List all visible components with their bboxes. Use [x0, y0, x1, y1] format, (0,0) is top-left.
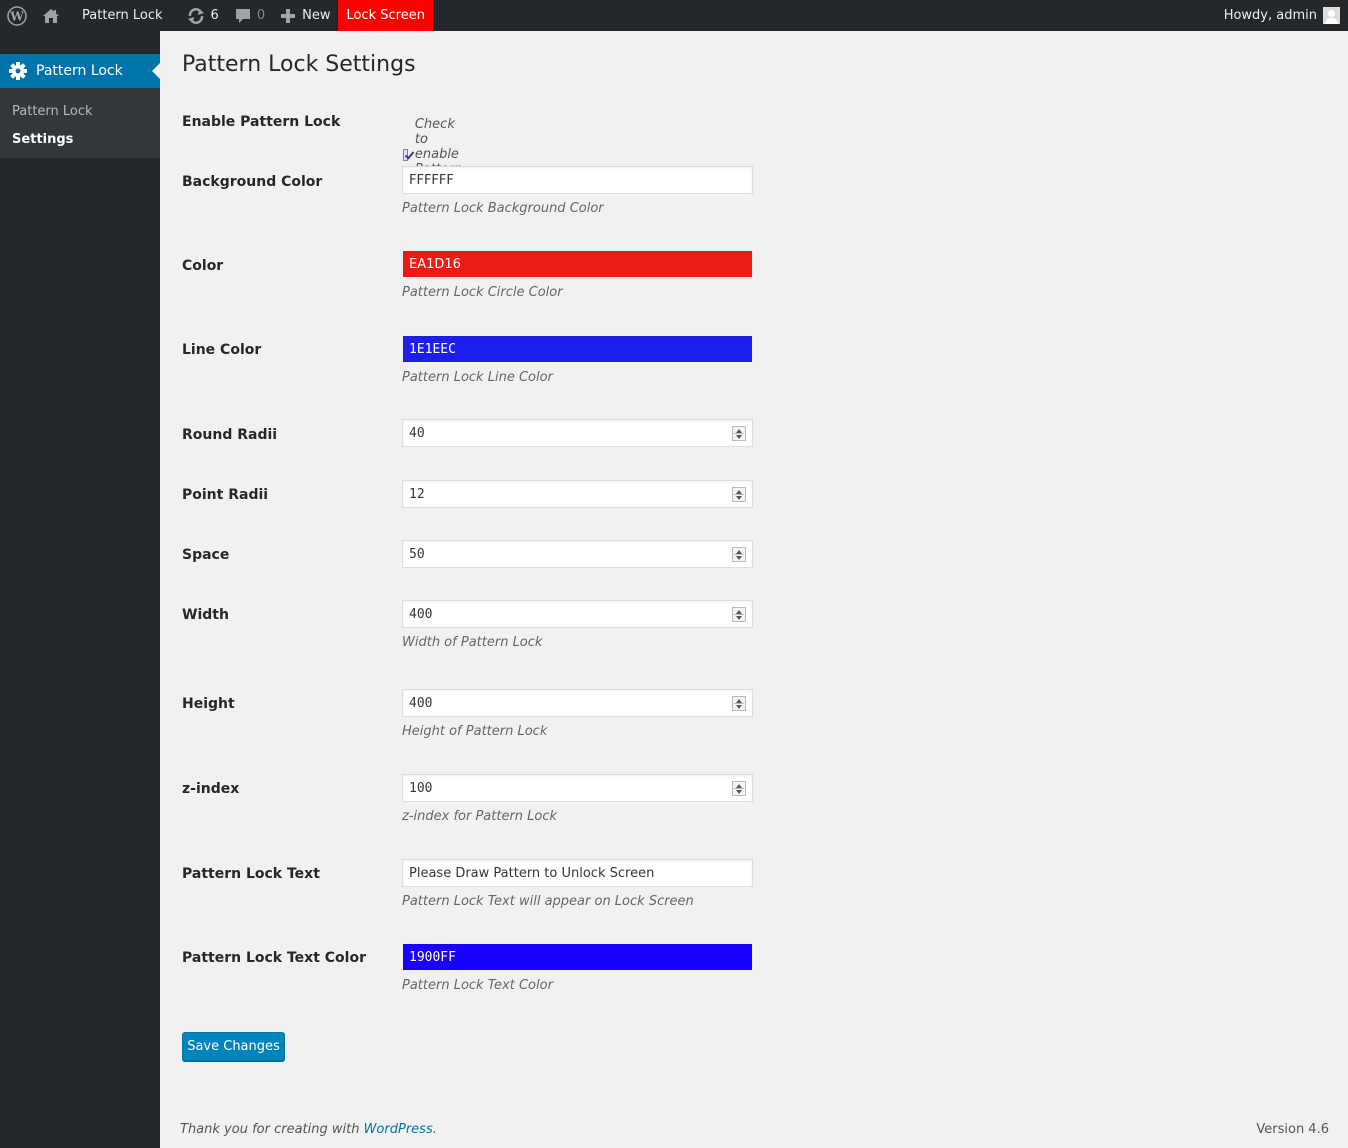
- color-description: Pattern Lock Circle Color: [402, 285, 563, 300]
- zindex-spinner[interactable]: [732, 781, 746, 796]
- height-value: 400: [409, 695, 433, 711]
- pattern-lock-text-color-input[interactable]: 1900FF: [402, 943, 753, 971]
- pattern-lock-text-description: Pattern Lock Text will appear on Lock Sc…: [402, 894, 694, 909]
- round-radii-value: 40: [409, 425, 425, 441]
- width-input[interactable]: 400: [402, 600, 753, 628]
- enable-checkbox[interactable]: [403, 148, 408, 161]
- comments-count: 0: [256, 8, 266, 23]
- sidebar-menu-label: Pattern Lock: [36, 63, 123, 79]
- round-radii-label: Round Radii: [182, 427, 278, 443]
- wordpress-logo-icon: W: [7, 5, 27, 26]
- height-input[interactable]: 400: [402, 689, 753, 717]
- point-radii-input[interactable]: 12: [402, 480, 753, 508]
- point-radii-value: 12: [409, 486, 425, 502]
- width-description: Width of Pattern Lock: [402, 635, 543, 650]
- updates-button[interactable]: 6: [171, 0, 227, 31]
- point-radii-spinner[interactable]: [732, 487, 746, 502]
- zindex-input[interactable]: 100: [402, 774, 753, 802]
- lock-screen-button[interactable]: Lock Screen: [338, 0, 433, 31]
- footer-thanks: Thank you for creating with WordPress.: [180, 1122, 437, 1137]
- sidebar-submenu: Pattern Lock Settings: [0, 88, 160, 158]
- home-icon: [43, 8, 59, 23]
- my-account-menu[interactable]: Howdy, admin: [1216, 0, 1348, 31]
- width-label: Width: [182, 607, 229, 623]
- footer-thanks-suffix: .: [432, 1122, 437, 1137]
- site-name-link[interactable]: Pattern Lock: [68, 0, 171, 31]
- line-color-description: Pattern Lock Line Color: [402, 370, 553, 385]
- width-value: 400: [409, 606, 433, 622]
- new-label: New: [302, 8, 331, 23]
- background-color-description: Pattern Lock Background Color: [402, 201, 604, 216]
- avatar: [1323, 7, 1340, 24]
- admin-sidebar: Pattern Lock Pattern Lock Settings: [0, 31, 160, 1148]
- line-color-label: Line Color: [182, 342, 262, 358]
- howdy-text: Howdy, admin: [1223, 8, 1317, 23]
- point-radii-label: Point Radii: [182, 487, 269, 503]
- pattern-lock-text-label: Pattern Lock Text: [182, 866, 320, 882]
- admin-bar: W Pattern Lock 6 0 New Lock Screen Howdy…: [0, 0, 1348, 31]
- round-radii-spinner[interactable]: [732, 426, 746, 441]
- plus-icon: [281, 8, 296, 23]
- footer-thanks-prefix: Thank you for creating with: [180, 1122, 364, 1137]
- svg-text:W: W: [9, 9, 24, 23]
- space-value: 50: [409, 546, 425, 562]
- color-input[interactable]: EA1D16: [402, 250, 753, 278]
- sidebar-item-pattern-lock[interactable]: Pattern Lock: [0, 98, 160, 126]
- space-label: Space: [182, 547, 230, 563]
- zindex-label: z-index: [182, 781, 240, 797]
- pattern-lock-text-color-label: Pattern Lock Text Color: [182, 950, 366, 966]
- line-color-input[interactable]: 1E1EEC: [402, 335, 753, 363]
- page-title: Pattern Lock Settings: [182, 52, 416, 77]
- color-label: Color: [182, 258, 224, 274]
- height-description: Height of Pattern Lock: [402, 724, 548, 739]
- sidebar-item-settings[interactable]: Settings: [0, 126, 160, 154]
- comments-button[interactable]: 0: [227, 0, 273, 31]
- lock-screen-label: Lock Screen: [346, 8, 425, 23]
- background-color-input[interactable]: FFFFFF: [402, 166, 753, 194]
- pattern-lock-text-color-description: Pattern Lock Text Color: [402, 978, 553, 993]
- sidebar-menu-pattern-lock[interactable]: Pattern Lock: [0, 54, 160, 88]
- save-changes-button[interactable]: Save Changes: [182, 1032, 285, 1061]
- round-radii-input[interactable]: 40: [402, 419, 753, 447]
- footer-version: Version 4.6: [1256, 1122, 1329, 1137]
- pattern-lock-text-input[interactable]: Please Draw Pattern to Unlock Screen: [402, 859, 753, 887]
- wordpress-link[interactable]: WordPress: [364, 1122, 433, 1137]
- width-spinner[interactable]: [732, 607, 746, 622]
- zindex-description: z-index for Pattern Lock: [402, 809, 558, 824]
- site-name: Pattern Lock: [82, 8, 163, 23]
- updates-icon: [187, 7, 204, 24]
- zindex-value: 100: [409, 780, 433, 796]
- space-input[interactable]: 50: [402, 540, 753, 568]
- background-color-label: Background Color: [182, 174, 323, 190]
- updates-count: 6: [210, 8, 219, 23]
- home-button[interactable]: [35, 0, 68, 31]
- enable-label: Enable Pattern Lock: [182, 114, 341, 130]
- gear-icon: [9, 62, 27, 80]
- new-content-button[interactable]: New: [273, 0, 338, 31]
- comment-icon: [235, 8, 250, 23]
- wordpress-logo-button[interactable]: W: [0, 0, 35, 31]
- height-spinner[interactable]: [732, 696, 746, 711]
- height-label: Height: [182, 696, 235, 712]
- space-spinner[interactable]: [732, 547, 746, 562]
